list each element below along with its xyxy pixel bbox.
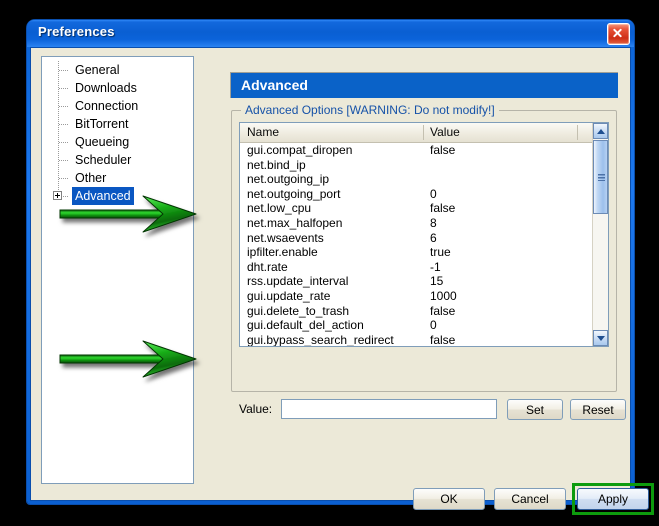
option-name: net.max_halfopen — [247, 215, 343, 230]
option-name: gui.bypass_search_redirect — [247, 332, 394, 347]
table-row[interactable]: rss.update_interval 15 — [240, 274, 608, 289]
table-row[interactable]: gui.delete_to_trash false — [240, 304, 608, 319]
option-value: -1 — [430, 259, 441, 274]
option-name: net.outgoing_ip — [247, 172, 330, 187]
option-name: gui.update_rate — [247, 288, 331, 303]
grip-icon — [598, 174, 605, 181]
column-divider[interactable] — [577, 125, 578, 140]
sidebar-item-downloads[interactable]: Downloads — [42, 79, 193, 97]
option-value: false — [430, 201, 456, 216]
option-value: false — [430, 332, 456, 347]
option-name: rss.update_interval — [247, 274, 349, 289]
cancel-button[interactable]: Cancel — [494, 488, 566, 510]
table-row[interactable]: net.wsaevents 6 — [240, 231, 608, 246]
option-value: 6 — [430, 230, 437, 245]
reset-button[interactable]: Reset — [570, 399, 626, 420]
sidebar-item-label: Queueing — [75, 135, 130, 149]
option-name: net.outgoing_port — [247, 186, 341, 201]
option-name: gui.compat_diropen — [247, 143, 353, 157]
option-name: dht.rate — [247, 259, 288, 274]
sidebar-item-advanced[interactable]: Advanced — [42, 187, 193, 205]
table-row[interactable]: gui.update_rate 1000 — [240, 289, 608, 304]
table-row[interactable]: net.outgoing_ip — [240, 172, 608, 187]
table-row[interactable]: gui.bypass_search_redirect false — [240, 332, 608, 347]
option-name: net.bind_ip — [247, 157, 306, 172]
value-label: Value: — [239, 402, 273, 416]
list-column-header: Name Value — [240, 123, 608, 143]
sidebar-item-label: Advanced — [72, 187, 134, 205]
table-row[interactable]: gui.compat_diropen false — [240, 143, 608, 158]
column-divider[interactable] — [423, 125, 424, 140]
close-icon[interactable] — [607, 23, 630, 45]
vertical-scrollbar[interactable] — [592, 123, 608, 346]
window-titlebar[interactable]: Preferences — [27, 20, 634, 47]
option-value: false — [430, 303, 456, 318]
sidebar-item-other[interactable]: Other — [42, 169, 193, 187]
list-body: gui.compat_diropen false net.bind_ip net.ou… — [240, 143, 608, 347]
value-input[interactable] — [281, 399, 497, 419]
column-header-value[interactable]: Value — [430, 125, 460, 139]
option-name: net.low_cpu — [247, 201, 312, 216]
page-header-banner: Advanced — [230, 72, 618, 98]
table-row[interactable]: dht.rate -1 — [240, 260, 608, 275]
option-name: net.wsaevents — [247, 230, 324, 245]
option-name: gui.delete_to_trash — [247, 303, 350, 318]
page-title: Advanced — [241, 77, 308, 93]
preferences-window: Preferences General Downloads Connection Bi… — [27, 20, 654, 515]
table-row[interactable]: gui.default_del_action 0 — [240, 318, 608, 333]
scroll-up-icon[interactable] — [593, 123, 608, 139]
column-header-name[interactable]: Name — [247, 125, 279, 139]
option-value: 0 — [430, 186, 437, 201]
advanced-options-list[interactable]: Name Value gui.compat_diropen false net.bi… — [239, 122, 609, 347]
set-button[interactable]: Set — [507, 399, 563, 420]
table-row[interactable]: net.low_cpu false — [240, 201, 608, 216]
sidebar-item-general[interactable]: General — [42, 61, 193, 79]
option-value: true — [430, 245, 451, 260]
screen-root: Preferences General Downloads Connection Bi… — [0, 0, 659, 526]
scroll-down-icon[interactable] — [593, 330, 608, 346]
table-row[interactable]: net.max_halfopen 8 — [240, 216, 608, 231]
sidebar-item-label: Downloads — [75, 81, 137, 95]
sidebar-item-label: BitTorrent — [75, 117, 129, 131]
sidebar-item-label: Connection — [75, 99, 139, 113]
expand-icon[interactable] — [53, 191, 62, 200]
option-name: ipfilter.enable — [247, 245, 318, 260]
option-value: false — [430, 143, 456, 157]
sidebar-item-queueing[interactable]: Queueing — [42, 133, 193, 151]
sidebar-item-connection[interactable]: Connection — [42, 97, 193, 115]
option-value: 1000 — [430, 288, 457, 303]
sidebar-item-bittorrent[interactable]: BitTorrent — [42, 115, 193, 133]
apply-button[interactable]: Apply — [577, 488, 649, 510]
scrollbar-thumb[interactable] — [593, 140, 608, 214]
option-value: 0 — [430, 318, 437, 333]
advanced-options-legend: Advanced Options [WARNING: Do not modify… — [241, 103, 499, 117]
option-value: 8 — [430, 215, 437, 230]
sidebar-item-label: Scheduler — [75, 153, 132, 167]
table-row[interactable]: net.outgoing_port 0 — [240, 187, 608, 202]
ok-button[interactable]: OK — [413, 488, 485, 510]
option-value: 15 — [430, 274, 444, 289]
value-editor-row: Value: Set Reset — [231, 399, 626, 421]
sidebar-item-label: Other — [75, 171, 107, 185]
preferences-content-panel: Advanced Advanced Options [WARNING: Do n… — [203, 56, 626, 484]
preferences-category-tree[interactable]: General Downloads Connection BitTorrent Queu… — [41, 56, 194, 484]
table-row[interactable]: net.bind_ip — [240, 158, 608, 173]
tree-list: General Downloads Connection BitTorrent Queu… — [42, 57, 193, 205]
dialog-client-area: General Downloads Connection BitTorrent Queu… — [30, 47, 654, 515]
window-title: Preferences — [38, 24, 115, 39]
sidebar-item-label: General — [75, 63, 120, 77]
table-row[interactable]: ipfilter.enable true — [240, 245, 608, 260]
sidebar-item-scheduler[interactable]: Scheduler — [42, 151, 193, 169]
option-name: gui.default_del_action — [247, 318, 364, 333]
